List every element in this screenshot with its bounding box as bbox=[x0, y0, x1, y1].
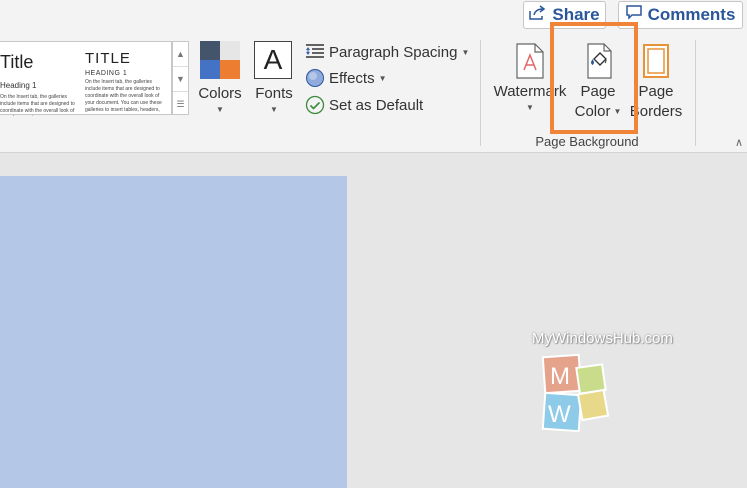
style-title-text: Title bbox=[0, 52, 34, 72]
set-as-default-button[interactable]: Set as Default bbox=[305, 94, 423, 116]
ribbon: Share Comments Title Heading 1 On the In… bbox=[0, 0, 747, 153]
share-icon bbox=[529, 5, 546, 25]
collapse-ribbon-icon[interactable]: ∧ bbox=[735, 136, 743, 149]
chevron-down-icon: ▼ bbox=[461, 47, 470, 57]
scroll-up-icon[interactable]: ▲ bbox=[173, 42, 188, 67]
style-set-option[interactable]: Title Heading 1 On the Insert tab, the g… bbox=[0, 42, 78, 116]
checkmark-icon bbox=[305, 95, 325, 115]
style-title-text: TITLE bbox=[85, 50, 131, 67]
page-color-highlight bbox=[550, 22, 638, 134]
fonts-icon: A bbox=[254, 41, 292, 79]
effects-button[interactable]: Effects ▼ bbox=[305, 67, 387, 89]
effects-icon bbox=[305, 68, 325, 88]
scroll-down-icon[interactable]: ▼ bbox=[173, 67, 188, 92]
fonts-button[interactable]: A Fonts ▼ bbox=[252, 40, 296, 120]
paragraph-spacing-icon bbox=[305, 42, 325, 62]
document-page[interactable] bbox=[0, 176, 347, 488]
paragraph-spacing-label: Paragraph Spacing bbox=[329, 43, 458, 61]
chevron-down-icon: ▼ bbox=[378, 73, 387, 83]
watermark-text: MyWindowsHub.com bbox=[532, 330, 673, 347]
colors-button[interactable]: Colors ▼ bbox=[196, 40, 244, 120]
logo-letter-w: W bbox=[548, 401, 571, 428]
site-watermark: MyWindowsHub.com M W bbox=[532, 330, 682, 450]
style-set-option[interactable]: TITLE HEADING 1 On the Insert tab, the g… bbox=[84, 42, 172, 116]
style-heading-text: HEADING 1 bbox=[85, 70, 128, 77]
chevron-down-icon: ▼ bbox=[270, 105, 278, 114]
comments-label: Comments bbox=[647, 5, 736, 24]
style-gallery: Title Heading 1 On the Insert tab, the g… bbox=[0, 41, 172, 116]
fonts-icon-glyph: A bbox=[263, 44, 283, 75]
colors-label: Colors bbox=[198, 85, 242, 102]
style-heading-text: Heading 1 bbox=[0, 81, 37, 90]
style-body-text: On the Insert tab, the galleries include… bbox=[0, 94, 75, 116]
group-divider bbox=[480, 40, 481, 146]
fonts-label: Fonts bbox=[255, 85, 293, 102]
set-as-default-label: Set as Default bbox=[329, 96, 424, 114]
colors-icon bbox=[200, 41, 240, 80]
paragraph-spacing-button[interactable]: Paragraph Spacing ▼ bbox=[305, 41, 469, 63]
effects-label: Effects bbox=[329, 69, 375, 87]
windows-logo-icon: M W bbox=[541, 353, 610, 433]
page-background-group-label: Page Background bbox=[535, 134, 639, 149]
style-body-text: On the Insert tab, the galleries include… bbox=[85, 79, 162, 113]
gallery-scroll: ▲ ▼ ☰ bbox=[172, 41, 189, 115]
gallery-more-icon[interactable]: ☰ bbox=[173, 92, 188, 116]
logo-letter-m: M bbox=[550, 363, 570, 390]
group-divider bbox=[695, 40, 696, 146]
chevron-down-icon: ▼ bbox=[216, 105, 224, 114]
